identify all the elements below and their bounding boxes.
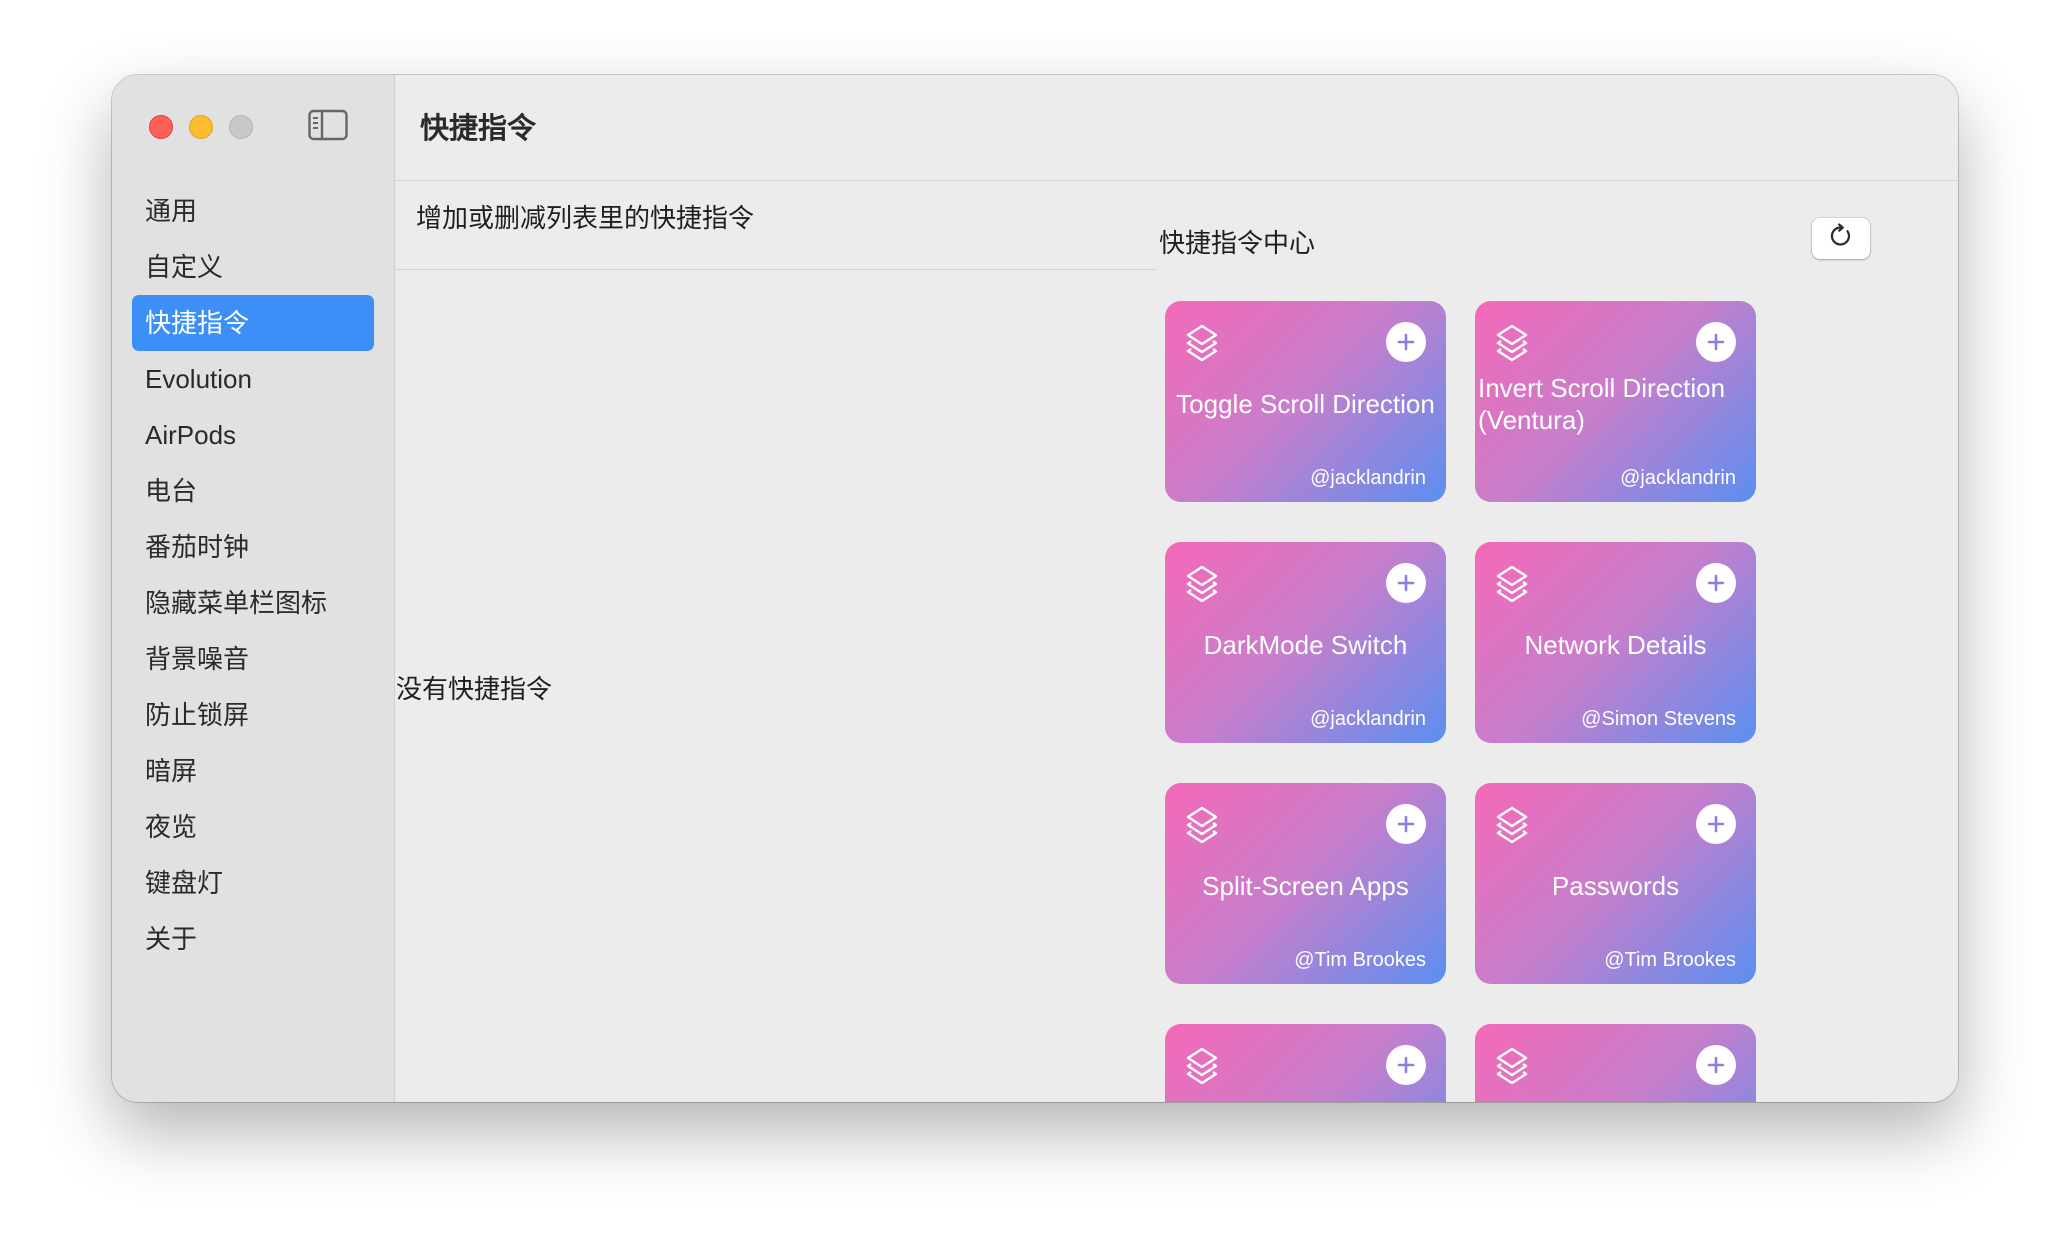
plus-icon xyxy=(1397,1056,1415,1074)
shortcut-card[interactable] xyxy=(1165,1024,1446,1102)
page-title: 快捷指令 xyxy=(420,113,537,145)
layers-icon xyxy=(1185,805,1219,844)
shortcut-card-title xyxy=(1165,1084,1446,1102)
shortcut-card-author: @jacklandrin xyxy=(1310,708,1426,730)
shortcut-card[interactable]: Invert Scroll Direction (Ventura) @jackl… xyxy=(1475,301,1756,502)
sidebar-item-background-noise[interactable]: 背景噪音 xyxy=(132,631,374,687)
shortcut-card[interactable]: Toggle Scroll Direction @jacklandrin xyxy=(1165,301,1446,502)
add-shortcut-button[interactable] xyxy=(1386,1045,1426,1085)
sidebar-item-about[interactable]: 关于 xyxy=(132,911,374,967)
app-window: 通用 自定义 快捷指令 Evolution AirPods 电台 番茄时钟 隐藏… xyxy=(112,75,1958,1102)
sidebar-toggle-icon[interactable] xyxy=(308,109,348,141)
shortcut-card-title: DarkMode Switch xyxy=(1203,629,1408,660)
shortcut-card-title xyxy=(1475,1084,1756,1102)
layers-icon xyxy=(1185,323,1219,362)
close-window-button[interactable] xyxy=(149,115,173,139)
empty-state-text: 没有快捷指令 xyxy=(396,674,553,704)
sidebar-item-radio[interactable]: 电台 xyxy=(132,463,374,519)
plus-icon xyxy=(1397,815,1415,833)
shortcut-card-title: Passwords xyxy=(1551,870,1680,901)
zoom-window-button[interactable] xyxy=(229,115,253,139)
plus-icon xyxy=(1397,574,1415,592)
plus-icon xyxy=(1707,1056,1725,1074)
add-shortcut-button[interactable] xyxy=(1386,322,1426,362)
shortcut-card-title: Invert Scroll Direction (Ventura) xyxy=(1478,372,1726,436)
plus-icon xyxy=(1707,333,1725,351)
minimize-window-button[interactable] xyxy=(189,115,213,139)
sidebar-nav: 通用 自定义 快捷指令 Evolution AirPods 电台 番茄时钟 隐藏… xyxy=(132,183,374,967)
refresh-button[interactable] xyxy=(1812,218,1870,259)
shortcut-card[interactable] xyxy=(1475,1024,1756,1102)
shortcut-card-author: @jacklandrin xyxy=(1310,467,1426,489)
sidebar-item-keyboard-light[interactable]: 键盘灯 xyxy=(132,855,374,911)
sidebar-item-general[interactable]: 通用 xyxy=(132,183,374,239)
window-controls xyxy=(149,115,253,139)
sidebar-item-shortcuts[interactable]: 快捷指令 xyxy=(132,295,374,351)
layers-icon xyxy=(1495,323,1529,362)
sidebar-item-dark-screen[interactable]: 暗屏 xyxy=(132,743,374,799)
shortcut-card[interactable]: Network Details @Simon Stevens xyxy=(1475,542,1756,743)
layers-icon xyxy=(1185,1046,1219,1085)
sidebar-item-airpods[interactable]: AirPods xyxy=(132,407,374,463)
shortcut-card-author: @Tim Brookes xyxy=(1604,949,1736,971)
shortcut-card[interactable]: DarkMode Switch @jacklandrin xyxy=(1165,542,1446,743)
shortcut-card-title: Toggle Scroll Direction xyxy=(1176,388,1435,419)
layers-icon xyxy=(1495,1046,1529,1085)
add-shortcut-button[interactable] xyxy=(1696,322,1736,362)
sidebar-item-evolution[interactable]: Evolution xyxy=(132,351,374,407)
layers-icon xyxy=(1495,564,1529,603)
sidebar: 通用 自定义 快捷指令 Evolution AirPods 电台 番茄时钟 隐藏… xyxy=(112,75,395,1102)
add-shortcut-button[interactable] xyxy=(1386,563,1426,603)
shortcut-center-title: 快捷指令中心 xyxy=(1159,228,1316,258)
shortcut-card-grid: Toggle Scroll Direction @jacklandrin Inv… xyxy=(1165,301,1756,1102)
sidebar-item-night-view[interactable]: 夜览 xyxy=(132,799,374,855)
sidebar-item-hide-menubar-icons[interactable]: 隐藏菜单栏图标 xyxy=(132,575,374,631)
main-content: 快捷指令 增加或删减列表里的快捷指令 没有快捷指令 快捷指令中心 Toggle … xyxy=(395,75,1958,1102)
shortcut-card-title: Network Details xyxy=(1524,629,1707,660)
plus-icon xyxy=(1397,333,1415,351)
shortcut-card[interactable]: Split-Screen Apps @Tim Brookes xyxy=(1165,783,1446,984)
sidebar-item-prevent-lock[interactable]: 防止锁屏 xyxy=(132,687,374,743)
sidebar-item-pomodoro[interactable]: 番茄时钟 xyxy=(132,519,374,575)
add-shortcut-button[interactable] xyxy=(1696,563,1736,603)
add-shortcut-button[interactable] xyxy=(1386,804,1426,844)
divider xyxy=(395,269,1157,270)
plus-icon xyxy=(1707,815,1725,833)
shortcut-list-header: 增加或删减列表里的快捷指令 xyxy=(416,203,755,233)
shortcut-card-author: @Tim Brookes xyxy=(1294,949,1426,971)
layers-icon xyxy=(1495,805,1529,844)
shortcut-card-title: Split-Screen Apps xyxy=(1202,870,1409,901)
add-shortcut-button[interactable] xyxy=(1696,1045,1736,1085)
titlebar: 快捷指令 xyxy=(395,75,1958,181)
shortcut-card[interactable]: Passwords @Tim Brookes xyxy=(1475,783,1756,984)
refresh-icon xyxy=(1828,223,1854,254)
shortcut-card-author: @Simon Stevens xyxy=(1581,708,1736,730)
plus-icon xyxy=(1707,574,1725,592)
shortcut-card-author: @jacklandrin xyxy=(1620,467,1736,489)
layers-icon xyxy=(1185,564,1219,603)
add-shortcut-button[interactable] xyxy=(1696,804,1736,844)
sidebar-item-customize[interactable]: 自定义 xyxy=(132,239,374,295)
